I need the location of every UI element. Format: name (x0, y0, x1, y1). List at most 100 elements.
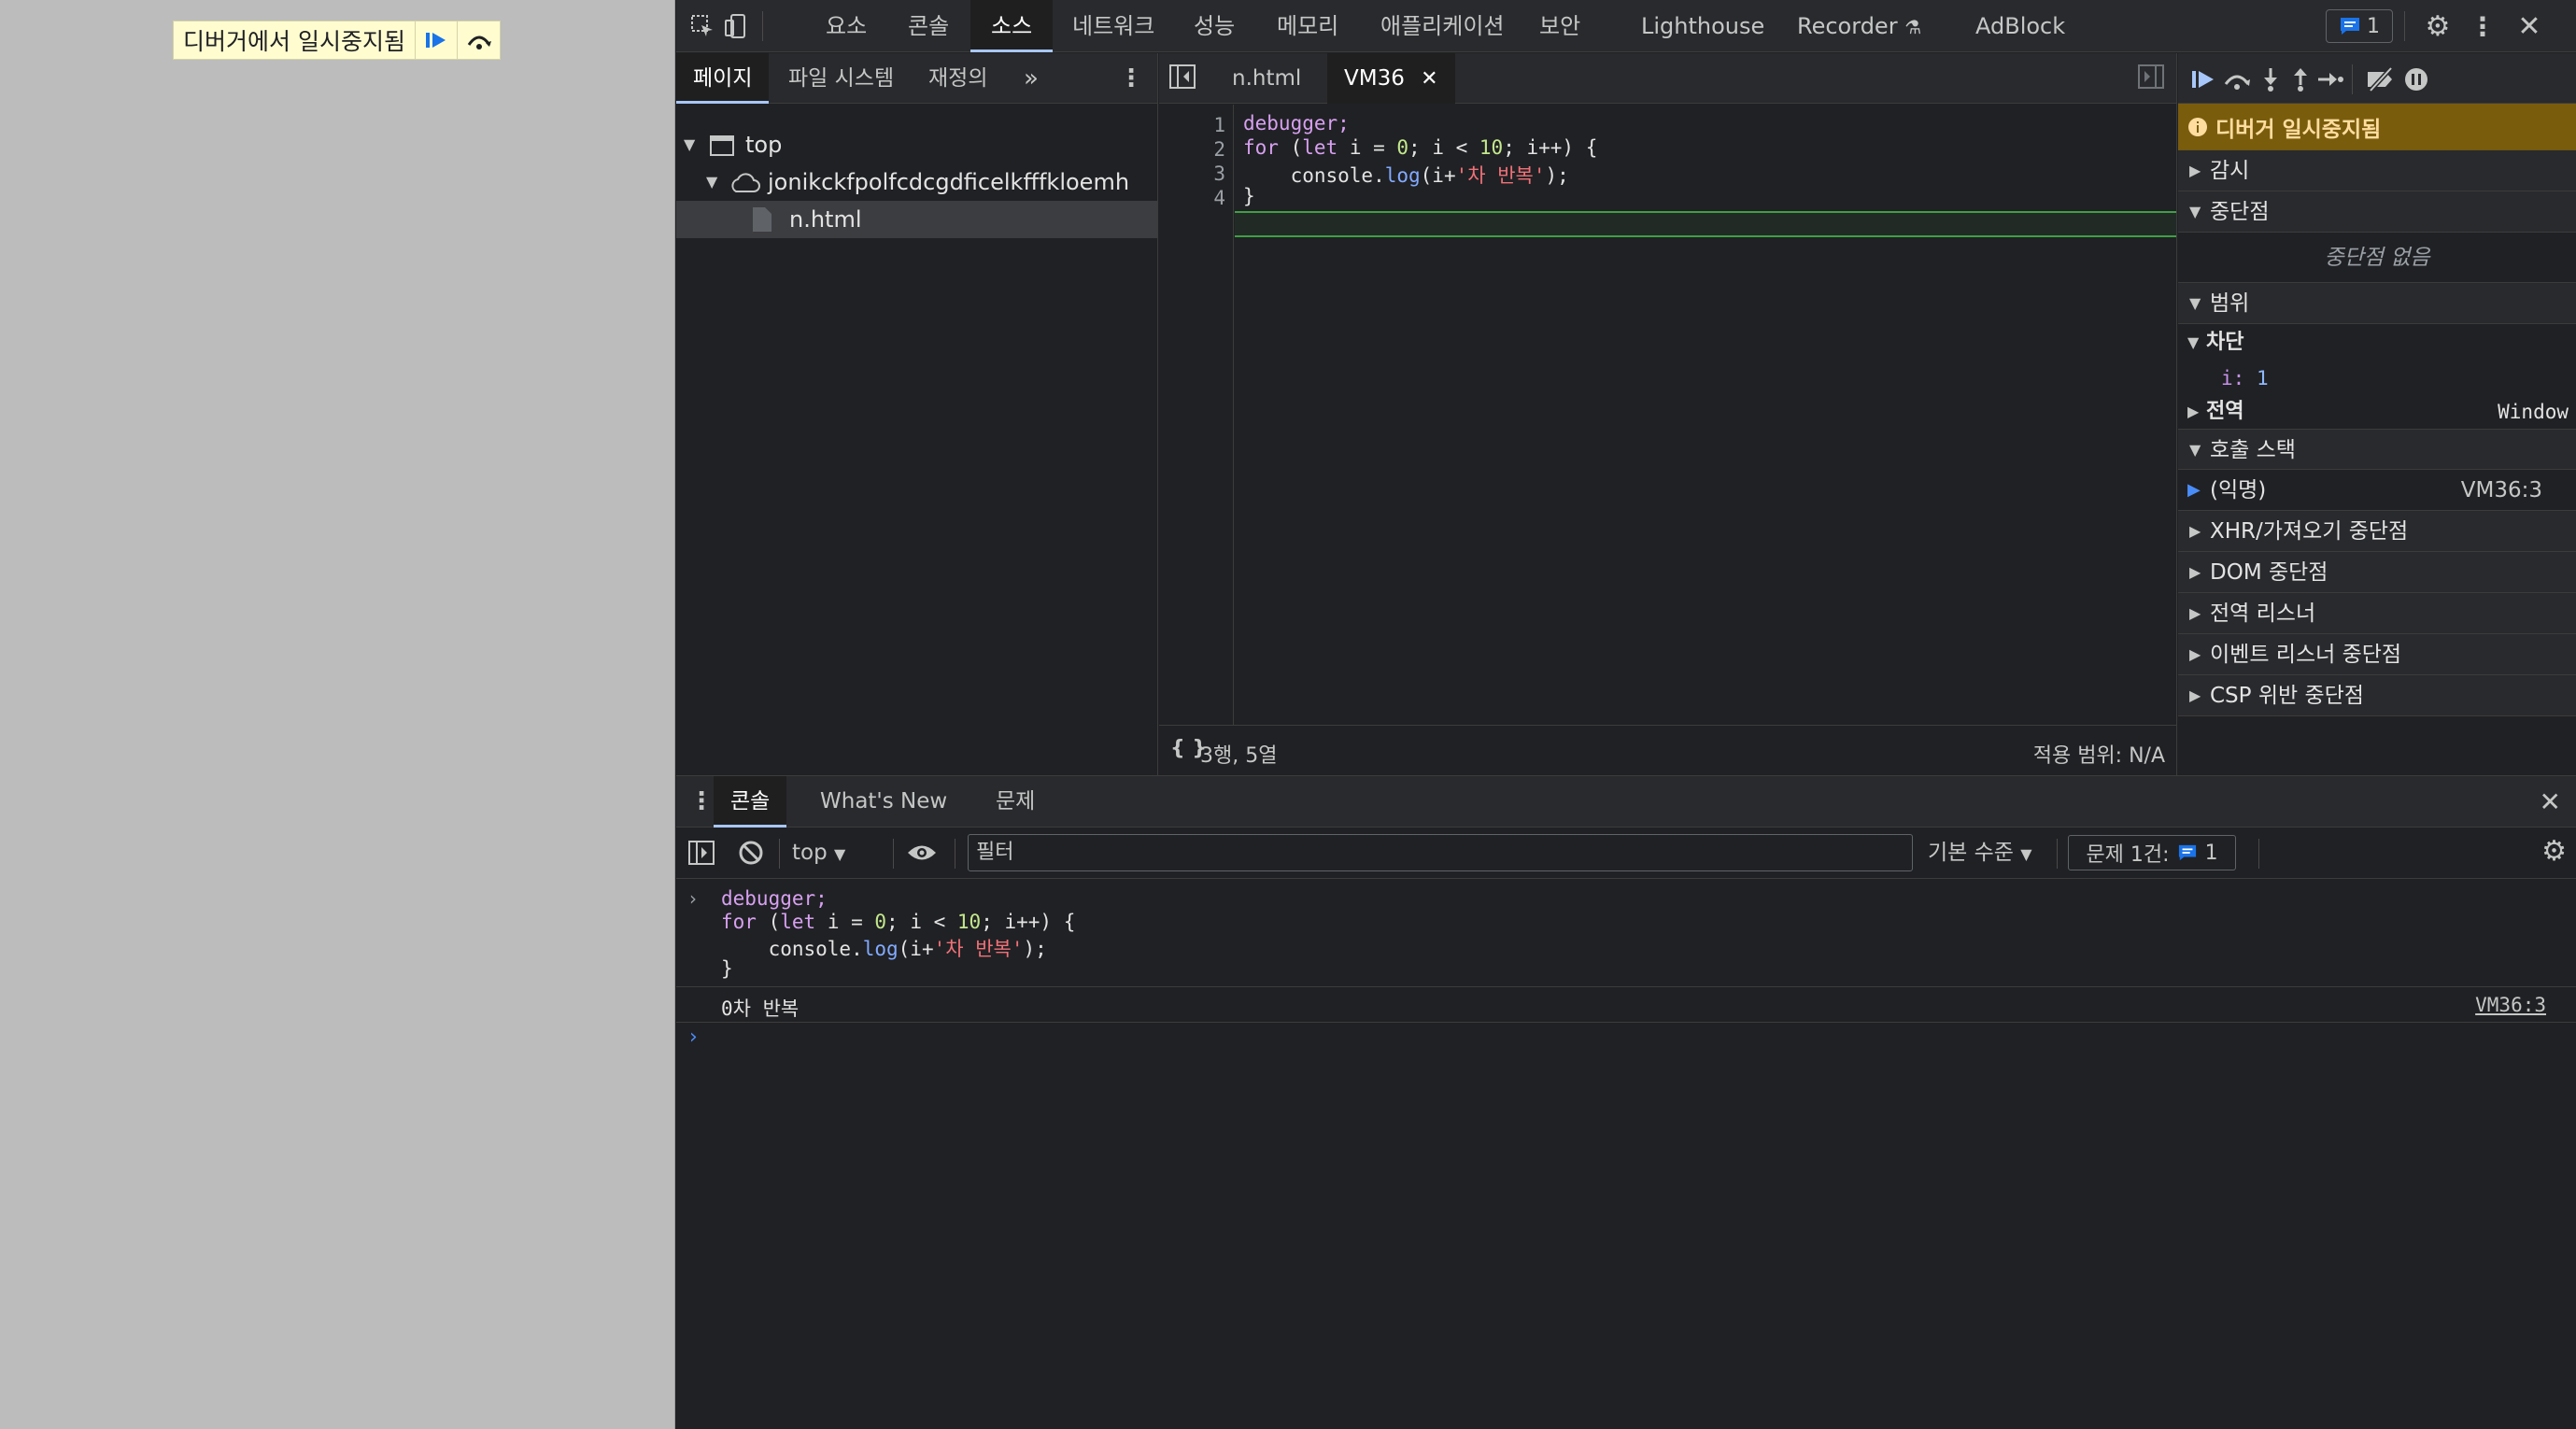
tab-security[interactable]: 보안 (1539, 0, 1580, 52)
code-token: i = (815, 911, 875, 933)
code-line-4[interactable]: } (1243, 185, 1255, 207)
console-log-output: 0차 반복 (721, 997, 800, 1020)
issues-counter-button[interactable]: 1 (2326, 9, 2393, 43)
line-number-gutter[interactable]: 1 2 3 4 (1159, 105, 1234, 725)
settings-button[interactable]: ⚙ (2423, 10, 2453, 43)
tab-recorder[interactable]: Recorder ⚗ (1797, 0, 1921, 52)
log-level-dropdown[interactable]: 기본 수준 ▼ (1928, 828, 2032, 879)
issues-label: 문제 1건: (2086, 843, 2170, 867)
toggle-navigator-button[interactable] (1168, 64, 1196, 93)
line-number[interactable]: 4 (1213, 187, 1225, 209)
console-prompt-icon[interactable]: › (689, 1026, 698, 1049)
code-token: for (721, 911, 757, 933)
tab-elements[interactable]: 요소 (826, 0, 867, 52)
pause-on-exceptions-button[interactable] (2400, 64, 2432, 95)
tab-network[interactable]: 네트워크 (1072, 0, 1154, 52)
close-devtools-button[interactable]: ✕ (2514, 10, 2544, 43)
section-breakpoints[interactable]: ▼ 중단점 (2178, 191, 2576, 233)
section-csp-breakpoints[interactable]: ▶ CSP 위반 중단점 (2178, 675, 2576, 716)
section-global-listeners-label: 전역 리스너 (2210, 601, 2316, 626)
section-global-listeners[interactable]: ▶ 전역 리스너 (2178, 593, 2576, 634)
code-line-2[interactable]: for (let i = 0; i < 10; i++) { (1243, 136, 1597, 159)
step-over-button[interactable] (2221, 64, 2253, 95)
section-call-stack[interactable]: ▼ 호출 스택 (2178, 429, 2576, 470)
more-tabs-chevron-icon[interactable]: » (1024, 53, 1039, 104)
drawer-tab-issues[interactable]: 문제 (996, 776, 1035, 828)
clear-console-button[interactable] (738, 840, 764, 871)
tree-item-origin[interactable]: ▼ jonikckfpolfcdcgdficelkfffkloemh (676, 163, 1157, 201)
drawer-tab-console[interactable]: 콘솔 (714, 776, 787, 828)
tree-item-top[interactable]: ▼ top (676, 126, 1157, 163)
tab-console[interactable]: 콘솔 (908, 0, 949, 52)
toggle-debugger-sidebar-button[interactable] (2137, 64, 2165, 93)
cursor-position-text: 3행, 5열 (1200, 744, 1278, 768)
drawer-menu-icon[interactable]: ⋮ (689, 776, 714, 828)
console-settings-button[interactable]: ⚙ (2541, 835, 2567, 868)
scope-global[interactable]: ▶ 전역 Window (2178, 395, 2576, 429)
editor-tabs: n.html VM36 ✕ (1159, 53, 2176, 104)
tab-adblock[interactable]: AdBlock (1975, 0, 2065, 52)
console-input-line: debugger; (721, 887, 828, 910)
tab-page[interactable]: 페이지 (676, 53, 770, 104)
step-into-button[interactable] (2255, 64, 2286, 95)
editor-tab-n-html[interactable]: n.html (1215, 53, 1318, 104)
toggle-console-sidebar-button[interactable] (687, 840, 715, 871)
expanded-triangle-icon: ▼ (2189, 203, 2201, 220)
scope-block[interactable]: ▼ 차단 (2178, 324, 2576, 361)
eye-icon (908, 845, 936, 860)
tab-performance[interactable]: 성능 (1194, 0, 1235, 52)
line-number[interactable]: 1 (1213, 114, 1225, 136)
navigator-menu-icon[interactable]: ⋮ (1119, 53, 1143, 104)
live-expression-button[interactable] (906, 841, 938, 870)
code-token: let (1302, 136, 1338, 159)
tab-memory[interactable]: 메모리 (1277, 0, 1338, 52)
code-line-3[interactable]: console.log(i+'차 반복'); (1243, 161, 1569, 189)
navigator-tabs: 페이지 파일 시스템 재정의 » ⋮ (676, 53, 1157, 104)
console-filter-input[interactable]: 필터 (968, 834, 1913, 871)
tab-application[interactable]: 애플리케이션 (1380, 0, 1504, 52)
call-frame-name: (익명) (2210, 478, 2267, 502)
section-xhr-breakpoints[interactable]: ▶ XHR/가져오기 중단점 (2178, 511, 2576, 552)
section-scope[interactable]: ▼ 범위 (2178, 283, 2576, 324)
tab-lighthouse[interactable]: Lighthouse (1641, 0, 1764, 52)
console-messages[interactable]: › debugger; for (let i = 0; i < 10; i++)… (676, 880, 2576, 1429)
editor-tab-vm36[interactable]: VM36 ✕ (1327, 53, 1455, 104)
section-watch[interactable]: ▶ 감시 (2178, 150, 2576, 191)
drawer-tab-whats-new[interactable]: What's New (820, 776, 947, 828)
collapsed-triangle-icon: ▶ (2189, 162, 2201, 179)
call-frame[interactable]: ▶ (익명) VM36:3 (2178, 470, 2576, 511)
close-tab-icon[interactable]: ✕ (1421, 67, 1437, 91)
editor-status-bar: { } 3행, 5열 적용 범위: N/A (1159, 725, 2176, 775)
resume-button[interactable] (414, 21, 458, 59)
console-source-link[interactable]: VM36:3 (2475, 994, 2546, 1016)
inspect-element-button[interactable] (687, 11, 717, 41)
code-token: i = (1338, 136, 1397, 159)
step-over-button[interactable] (457, 21, 500, 59)
context-selector[interactable]: top ▼ (792, 828, 845, 879)
flask-icon: ⚗ (1904, 16, 1922, 38)
close-drawer-icon[interactable]: ✕ (2540, 776, 2561, 828)
step-button[interactable] (2314, 64, 2346, 95)
line-number[interactable]: 3 (1213, 163, 1225, 185)
device-toolbar-button[interactable] (721, 11, 751, 41)
line-number[interactable]: 2 (1213, 138, 1225, 161)
collapsed-triangle-icon: ▶ (2187, 403, 2200, 420)
section-event-listener-breakpoints[interactable]: ▶ 이벤트 리스너 중단점 (2178, 634, 2576, 675)
more-options-button[interactable]: ⋮ (2468, 11, 2498, 42)
code-token: 10 (1479, 136, 1504, 159)
code-line-1[interactable]: debugger; (1243, 112, 1350, 134)
issues-link-button[interactable]: 문제 1건: 1 (2068, 835, 2236, 870)
tab-filesystem[interactable]: 파일 시스템 (788, 53, 894, 104)
dropdown-arrow-icon: ▼ (834, 845, 846, 863)
sources-navigator: 페이지 파일 시스템 재정의 » ⋮ ▼ top ▼ jonikckfpolfc… (676, 53, 1158, 775)
tab-sources[interactable]: 소스 (970, 0, 1054, 52)
tab-overrides[interactable]: 재정의 (928, 53, 987, 104)
tree-item-file[interactable]: n.html (676, 201, 1157, 238)
scope-variable[interactable]: i: 1 (2178, 361, 2576, 395)
filter-placeholder: 필터 (976, 841, 1014, 864)
section-dom-breakpoints[interactable]: ▶ DOM 중단점 (2178, 552, 2576, 593)
deactivate-breakpoints-button[interactable] (2365, 64, 2397, 95)
step-out-button[interactable] (2285, 64, 2316, 95)
resume-execution-button[interactable] (2187, 64, 2219, 95)
cloud-icon (731, 173, 760, 192)
